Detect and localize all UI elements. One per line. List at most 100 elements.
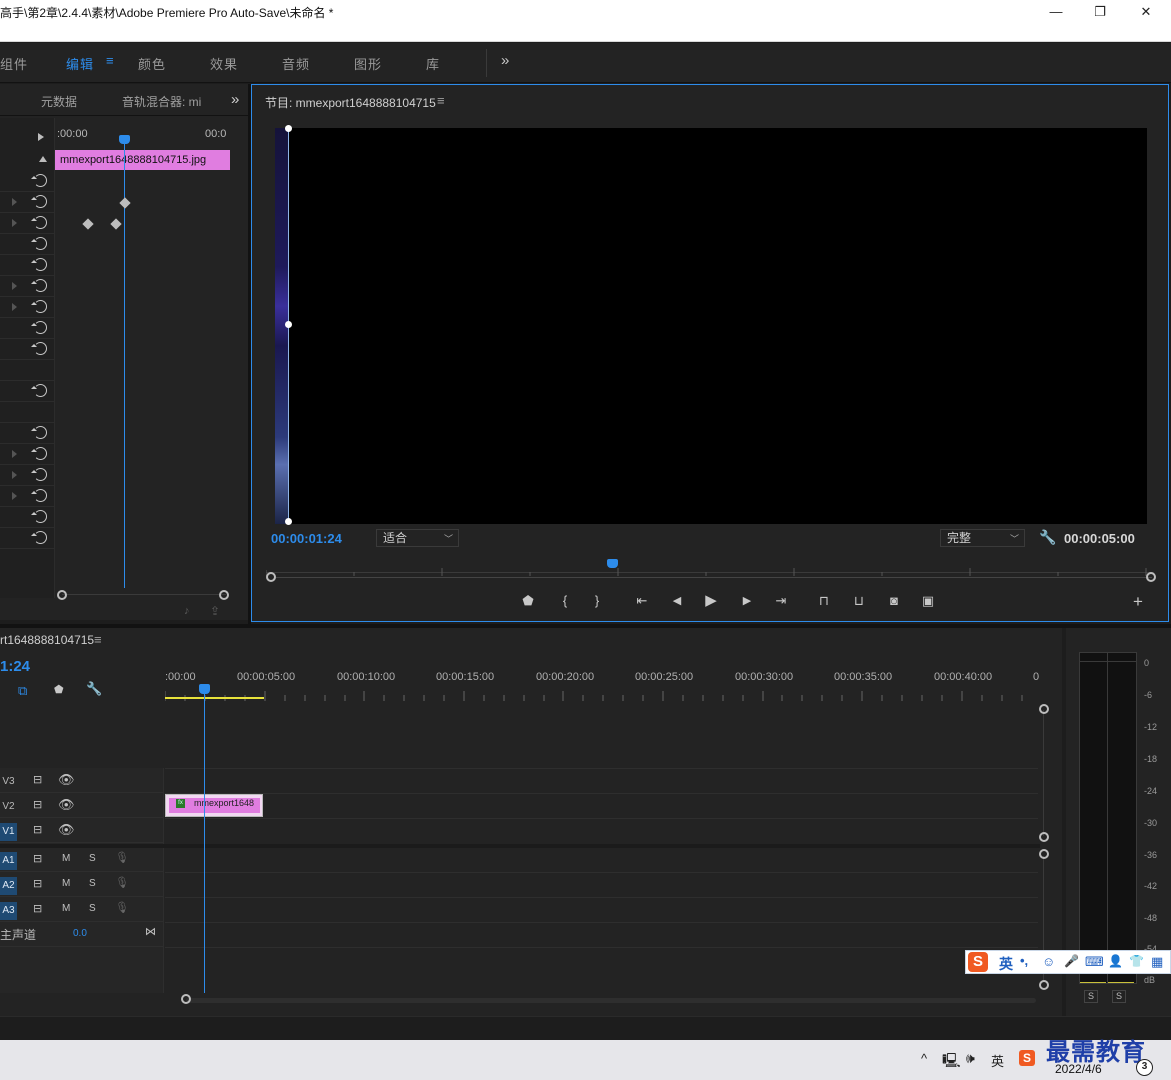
reset-icon[interactable] bbox=[31, 447, 47, 460]
timeline-ruler[interactable] bbox=[164, 688, 1038, 701]
solo-button[interactable]: S bbox=[89, 903, 96, 914]
minimize-button[interactable]: — bbox=[1045, 2, 1067, 22]
track-label-a3[interactable]: A3 bbox=[0, 902, 17, 920]
keyframe-nav-icon[interactable] bbox=[12, 198, 17, 206]
toggle-sync-lock-icon[interactable]: ⊟ bbox=[33, 852, 42, 865]
track-label-a1[interactable]: A1 bbox=[0, 852, 17, 870]
notification-center-badge[interactable]: 3 bbox=[1136, 1059, 1153, 1076]
button-editor-plus[interactable]: + bbox=[1129, 593, 1147, 611]
workspace-tab-audio[interactable]: 音频 bbox=[282, 54, 310, 73]
ec-playhead-handle[interactable] bbox=[119, 135, 130, 144]
zoom-fit-select[interactable]: 适合 ﹀ bbox=[376, 529, 459, 547]
ime-punctuation-toggle[interactable]: •, bbox=[1020, 953, 1028, 968]
track-label-v1[interactable]: V1 bbox=[0, 823, 17, 841]
reset-icon[interactable] bbox=[31, 531, 47, 544]
monitor-scroll-handle-left[interactable] bbox=[266, 572, 276, 582]
reset-icon[interactable] bbox=[31, 468, 47, 481]
keyframe-nav-icon[interactable] bbox=[12, 471, 17, 479]
wrench-icon[interactable]: 🔧 bbox=[1039, 529, 1056, 546]
ec-scroll-handle-left[interactable] bbox=[57, 590, 67, 600]
track-label-a2[interactable]: A2 bbox=[0, 877, 17, 895]
playback-quality-select[interactable]: 完整 ﹀ bbox=[940, 529, 1025, 547]
work-area-bar[interactable] bbox=[165, 697, 264, 699]
solo-right-button[interactable]: S bbox=[1112, 990, 1126, 1003]
toggle-sync-lock-icon[interactable]: ⊟ bbox=[33, 877, 42, 890]
add-marker-icon[interactable]: ⬟ bbox=[54, 683, 64, 696]
tray-overflow-icon[interactable]: ^ bbox=[921, 1051, 927, 1066]
audio-scroll-handle-bottom[interactable] bbox=[1039, 980, 1049, 990]
tab-audio-track-mixer[interactable]: 音轨混合器: mi bbox=[122, 93, 208, 110]
timeline-zoom-handle[interactable] bbox=[181, 994, 191, 1004]
sogou-tray-icon[interactable]: S bbox=[1019, 1050, 1035, 1066]
add-marker-button[interactable]: ⬟ bbox=[519, 592, 537, 610]
panel-menu-icon[interactable]: ≡ bbox=[94, 632, 102, 647]
workspace-tab-libraries[interactable]: 库 bbox=[426, 54, 440, 73]
reset-icon[interactable] bbox=[31, 489, 47, 502]
keyframe-diamond[interactable] bbox=[119, 197, 131, 209]
reset-icon[interactable] bbox=[31, 216, 47, 229]
monitor-time-ruler[interactable] bbox=[265, 563, 1154, 576]
reset-icon[interactable] bbox=[31, 174, 47, 187]
mark-in-button[interactable]: { bbox=[556, 592, 574, 610]
reset-icon[interactable] bbox=[31, 321, 47, 334]
ime-indicator[interactable]: 英 bbox=[991, 1051, 1004, 1070]
transform-handle[interactable] bbox=[285, 321, 292, 328]
step-forward-button[interactable]: ▶ bbox=[738, 592, 756, 610]
timeline-playhead-handle[interactable] bbox=[199, 684, 210, 694]
network-icon[interactable]: 🖳 bbox=[942, 1050, 961, 1074]
audio-scroll-handle-top[interactable] bbox=[1039, 849, 1049, 859]
go-to-out-button[interactable]: ⇥ bbox=[772, 592, 790, 610]
microphone-icon[interactable]: 🎙 bbox=[115, 851, 129, 864]
toggle-sync-lock-icon[interactable]: ⊟ bbox=[33, 798, 42, 811]
mark-out-button[interactable]: } bbox=[588, 592, 606, 610]
emoji-icon[interactable]: ☺ bbox=[1042, 954, 1055, 969]
snap-icon[interactable]: ⧉ bbox=[18, 683, 27, 699]
expand-arrow-icon[interactable] bbox=[38, 133, 44, 141]
toolbox-icon[interactable]: ▦ bbox=[1151, 954, 1163, 970]
step-back-button[interactable]: ◀ bbox=[668, 592, 686, 610]
ec-scroll-handle-right[interactable] bbox=[219, 590, 229, 600]
workspace-tab-assembly[interactable]: 组件 bbox=[0, 54, 28, 73]
reset-icon[interactable] bbox=[31, 384, 47, 397]
microphone-icon[interactable]: 🎙 bbox=[115, 876, 129, 889]
solo-button[interactable]: S bbox=[89, 878, 96, 889]
mute-button[interactable]: M bbox=[62, 853, 70, 864]
eye-icon[interactable]: 👁 bbox=[58, 822, 75, 838]
timeline-settings-wrench-icon[interactable]: 🔧 bbox=[86, 681, 102, 697]
ec-clip-bar[interactable]: mmexport1648888104715.jpg bbox=[55, 150, 230, 170]
workspace-overflow-icon[interactable]: » bbox=[501, 52, 510, 69]
tray-date[interactable]: 2022/4/6 bbox=[1055, 1062, 1102, 1076]
keyframe-diamond[interactable] bbox=[110, 218, 122, 230]
solo-button[interactable]: S bbox=[89, 853, 96, 864]
monitor-playhead[interactable] bbox=[607, 559, 618, 568]
keyframe-nav-icon[interactable] bbox=[12, 219, 17, 227]
mute-button[interactable]: M bbox=[62, 903, 70, 914]
video-canvas[interactable] bbox=[275, 125, 1147, 525]
user-icon[interactable]: 👤 bbox=[1108, 954, 1123, 968]
reset-icon[interactable] bbox=[31, 426, 47, 439]
reset-icon[interactable] bbox=[31, 195, 47, 208]
restore-button[interactable]: ❐ bbox=[1089, 2, 1111, 22]
track-label-v2[interactable]: V2 bbox=[0, 798, 17, 816]
play-button[interactable]: ▶ bbox=[702, 592, 720, 610]
keyframe-diamond[interactable] bbox=[82, 218, 94, 230]
video-scroll-handle-top[interactable] bbox=[1039, 704, 1049, 714]
workspace-tab-effects[interactable]: 效果 bbox=[210, 54, 238, 73]
workspace-tab-color[interactable]: 颜色 bbox=[138, 54, 166, 73]
volume-icon[interactable]: 🕪 bbox=[966, 1050, 975, 1067]
reset-icon[interactable] bbox=[31, 300, 47, 313]
eye-icon[interactable]: 👁 bbox=[58, 797, 75, 813]
eye-icon[interactable]: 👁 bbox=[58, 772, 75, 788]
go-to-out-icon[interactable]: ⋈ bbox=[145, 925, 156, 938]
track-label-v3[interactable]: V3 bbox=[0, 773, 17, 791]
reset-icon[interactable] bbox=[31, 342, 47, 355]
transform-handle[interactable] bbox=[285, 518, 292, 525]
reset-icon[interactable] bbox=[31, 237, 47, 250]
sequence-tab[interactable]: rt1648888104715 bbox=[0, 633, 94, 647]
keyframe-nav-icon[interactable] bbox=[12, 450, 17, 458]
keyframe-nav-icon[interactable] bbox=[12, 303, 17, 311]
tab-metadata[interactable]: 元数据 bbox=[41, 93, 77, 110]
monitor-scroll-handle-right[interactable] bbox=[1146, 572, 1156, 582]
workspace-tab-editing[interactable]: 编辑 bbox=[66, 54, 94, 73]
program-monitor-title[interactable]: 节目: mmexport1648888104715 bbox=[265, 94, 436, 111]
